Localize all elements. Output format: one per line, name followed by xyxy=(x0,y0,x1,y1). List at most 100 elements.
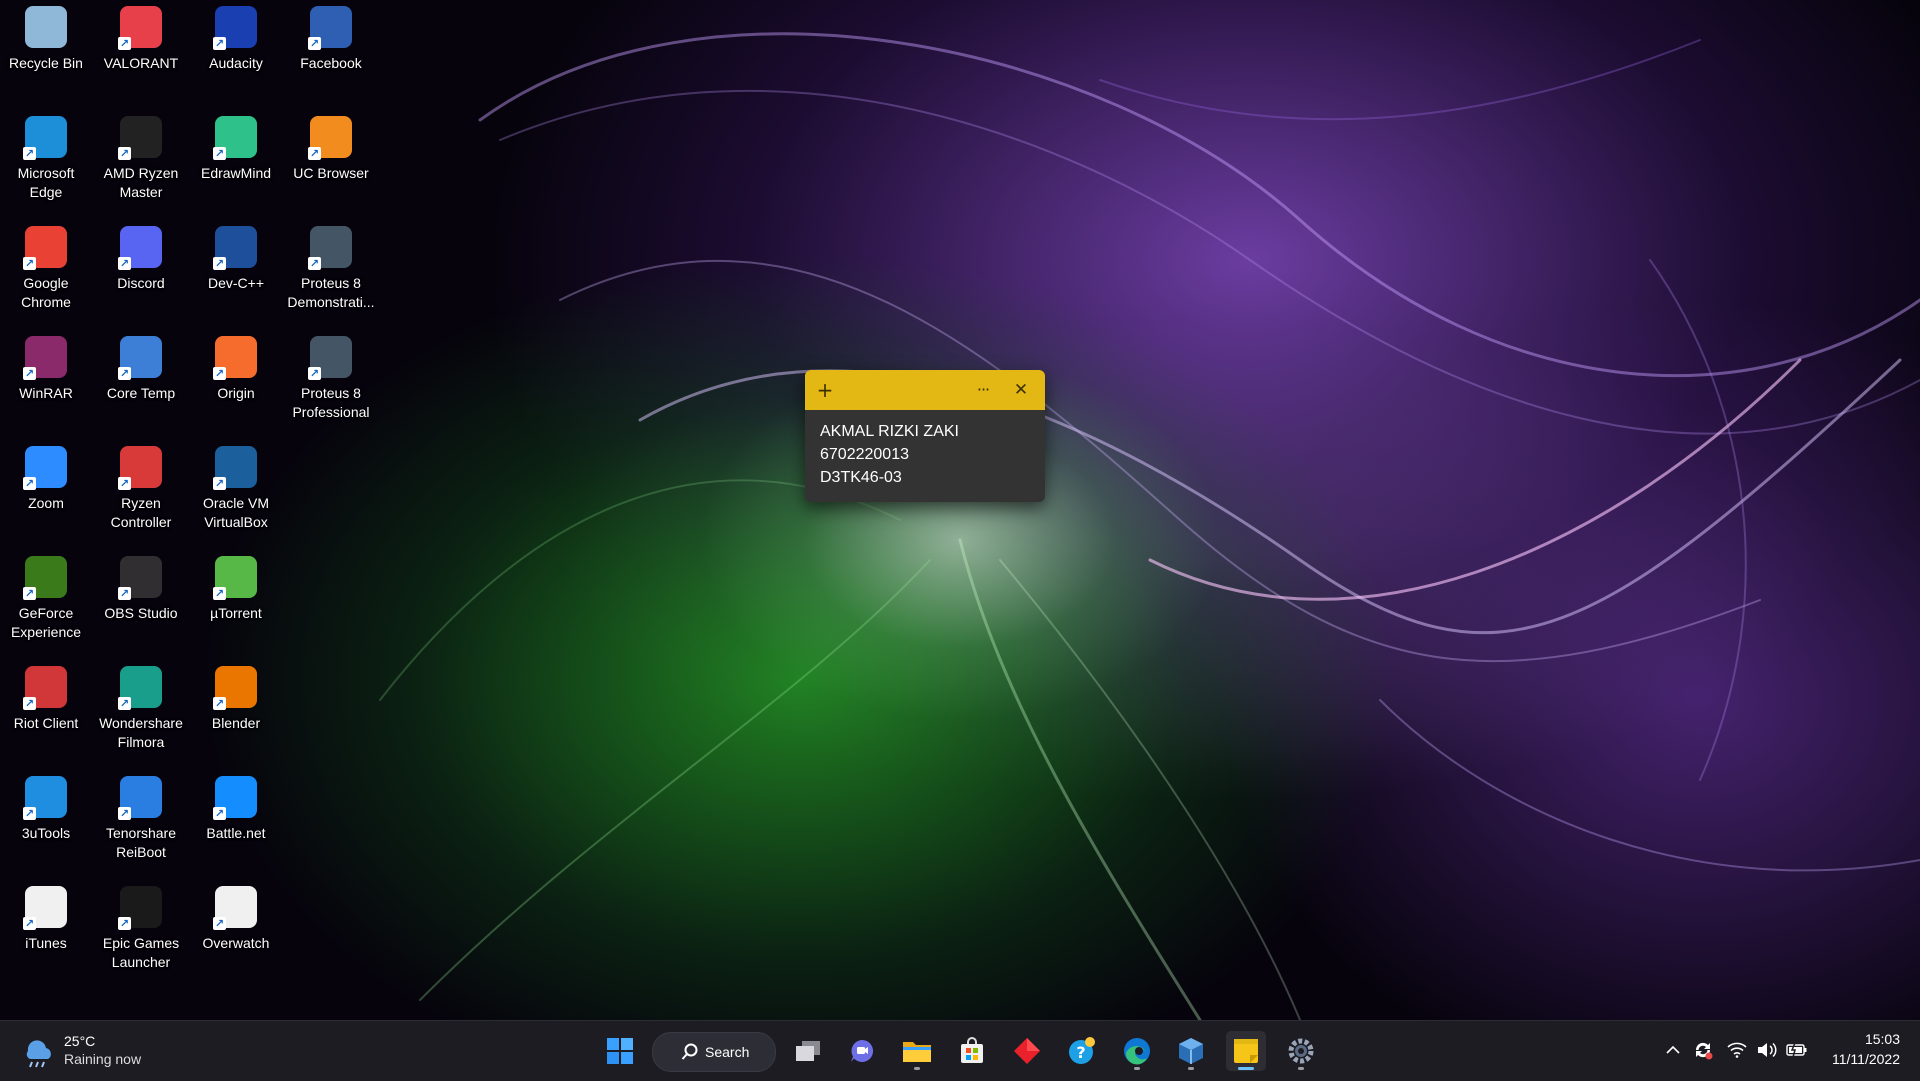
facebook-icon: ↗ xyxy=(308,6,352,50)
shortcut-arrow-icon: ↗ xyxy=(118,147,131,160)
sticky-note-window[interactable]: + ··· ✕ AKMAL RIZKI ZAKI 6702220013 D3TK… xyxy=(805,370,1045,502)
desktop-icon-label: Epic Games Launcher xyxy=(102,935,180,970)
sticky-notes-taskbar-button[interactable] xyxy=(1226,1031,1266,1071)
get-help-button[interactable]: ? xyxy=(1062,1031,1102,1071)
battery-tray-button[interactable] xyxy=(1786,1039,1808,1061)
shortcut-arrow-icon: ↗ xyxy=(213,37,226,50)
desktop-icon[interactable]: ↗ Wondershare Filmora xyxy=(95,660,187,764)
rain-cloud-icon xyxy=(26,1040,51,1068)
shortcut-arrow-icon: ↗ xyxy=(213,477,226,490)
virtualbox-taskbar-icon xyxy=(1179,1038,1203,1064)
desktop-icon[interactable]: ↗ Ryzen Controller xyxy=(95,440,187,544)
proteus-demo-icon: ↗ xyxy=(308,226,352,270)
filmora-icon: ↗ xyxy=(118,666,162,710)
desktop-icon[interactable]: ↗ UC Browser xyxy=(285,110,377,214)
desktop-icon-label: Discord xyxy=(117,275,165,291)
close-note-button[interactable]: ✕ xyxy=(1009,378,1033,402)
desktop-icon[interactable]: ↗ Riot Client xyxy=(0,660,92,764)
desktop-icon[interactable]: ↗ Epic Games Launcher xyxy=(95,880,187,984)
virtualbox-icon: ↗ xyxy=(213,446,257,490)
virtualbox-taskbar-button[interactable] xyxy=(1171,1031,1211,1071)
shortcut-arrow-icon: ↗ xyxy=(23,367,36,380)
blender-icon: ↗ xyxy=(213,666,257,710)
edge-taskbar-button[interactable] xyxy=(1117,1031,1157,1071)
desktop-icon[interactable]: ↗ Core Temp xyxy=(95,330,187,434)
settings-icon xyxy=(1288,1038,1314,1064)
running-indicator xyxy=(1188,1067,1194,1070)
show-hidden-icons-button[interactable] xyxy=(1662,1039,1684,1061)
note-line-class: D3TK46-03 xyxy=(820,469,902,486)
desktop-icon[interactable]: Recycle Bin xyxy=(0,0,92,104)
desktop-icon[interactable]: ↗ Audacity xyxy=(190,0,282,104)
microsoft-store-icon xyxy=(961,1037,983,1063)
wifi-icon xyxy=(1727,1042,1747,1058)
task-view-button[interactable] xyxy=(788,1031,828,1071)
desktop-icon[interactable]: ↗ µTorrent xyxy=(190,550,282,654)
valorant-icon: ↗ xyxy=(118,6,162,50)
desktop-icon[interactable]: ↗ Oracle VM VirtualBox xyxy=(190,440,282,544)
desktop-icon[interactable]: ↗ Origin xyxy=(190,330,282,434)
running-indicator xyxy=(1298,1067,1304,1070)
desktop-icon[interactable]: ↗ Proteus 8 Demonstrati... xyxy=(285,220,377,324)
desktop-icon[interactable]: ↗ EdrawMind xyxy=(190,110,282,214)
shortcut-arrow-icon: ↗ xyxy=(213,587,226,600)
start-button[interactable] xyxy=(600,1031,640,1071)
wifi-tray-button[interactable] xyxy=(1726,1039,1748,1061)
ryzen-master-icon: ↗ xyxy=(118,116,162,160)
task-view-icon xyxy=(796,1041,820,1061)
weather-widget[interactable]: 25°C Raining now xyxy=(20,1031,160,1071)
shortcut-arrow-icon: ↗ xyxy=(118,367,131,380)
sticky-note-header[interactable]: + ··· ✕ xyxy=(805,370,1045,410)
shortcut-arrow-icon: ↗ xyxy=(118,697,131,710)
teams-chat-button[interactable] xyxy=(842,1031,882,1071)
shortcut-arrow-icon: ↗ xyxy=(23,147,36,160)
overwatch-icon: ↗ xyxy=(213,886,257,930)
desktop-icon[interactable]: ↗ iTunes xyxy=(0,880,92,984)
desktop-icon[interactable]: ↗ OBS Studio xyxy=(95,550,187,654)
chrome-icon: ↗ xyxy=(23,226,67,270)
shortcut-arrow-icon: ↗ xyxy=(213,257,226,270)
devcpp-icon: ↗ xyxy=(213,226,257,270)
volume-tray-button[interactable] xyxy=(1756,1039,1778,1061)
desktop-icon[interactable]: ↗ VALORANT xyxy=(95,0,187,104)
desktop-icon[interactable]: ↗ 3uTools xyxy=(0,770,92,874)
shortcut-arrow-icon: ↗ xyxy=(118,477,131,490)
desktop-icon[interactable]: ↗ GeForce Experience xyxy=(0,550,92,654)
search-icon xyxy=(681,1043,698,1060)
file-explorer-icon xyxy=(903,1042,931,1062)
file-explorer-button[interactable] xyxy=(897,1031,937,1071)
add-note-button[interactable]: + xyxy=(813,378,837,402)
desktop-icon[interactable]: ↗ Zoom xyxy=(0,440,92,544)
desktop-icon[interactable]: ↗ WinRAR xyxy=(0,330,92,434)
microsoft-store-button[interactable] xyxy=(952,1031,992,1071)
taskbar-search-box[interactable]: Search xyxy=(652,1032,776,1072)
ryzen-controller-icon: ↗ xyxy=(118,446,162,490)
obs-icon: ↗ xyxy=(118,556,162,600)
desktop-icon[interactable]: ↗ Dev-C++ xyxy=(190,220,282,324)
desktop-icon[interactable]: ↗ Google Chrome xyxy=(0,220,92,324)
red-diamond-app-button[interactable] xyxy=(1007,1031,1047,1071)
desktop-icon-label: OBS Studio xyxy=(104,605,178,621)
desktop-icon-label: Zoom xyxy=(28,495,64,511)
edrawmind-icon: ↗ xyxy=(213,116,257,160)
desktop-icon[interactable]: ↗ Overwatch xyxy=(190,880,282,984)
taskbar: 25°C Raining now Search ? 15:03 11/11/20… xyxy=(0,1020,1920,1081)
desktop-icon[interactable]: ↗ Facebook xyxy=(285,0,377,104)
shortcut-arrow-icon: ↗ xyxy=(308,257,321,270)
desktop-icon[interactable]: ↗ Tenorshare ReiBoot xyxy=(95,770,187,874)
menu-button[interactable]: ··· xyxy=(971,378,995,402)
shortcut-arrow-icon: ↗ xyxy=(213,807,226,820)
recycle-bin-icon xyxy=(25,6,67,48)
sync-tray-button[interactable] xyxy=(1692,1039,1714,1061)
desktop-icon[interactable]: ↗ Battle.net xyxy=(190,770,282,874)
epic-games-icon: ↗ xyxy=(118,886,162,930)
desktop-icon[interactable]: ↗ AMD Ryzen Master xyxy=(95,110,187,214)
clock[interactable]: 15:03 11/11/2022 xyxy=(1820,1029,1900,1069)
desktop-icon-label: UC Browser xyxy=(293,165,369,181)
desktop-icon[interactable]: ↗ Proteus 8 Professional xyxy=(285,330,377,434)
desktop-icon[interactable]: ↗ Discord xyxy=(95,220,187,324)
settings-taskbar-button[interactable] xyxy=(1281,1031,1321,1071)
desktop-icon[interactable]: ↗ Microsoft Edge xyxy=(0,110,92,214)
desktop-icon[interactable]: ↗ Blender xyxy=(190,660,282,764)
sticky-note-body[interactable]: AKMAL RIZKI ZAKI 6702220013 D3TK46-03 xyxy=(805,410,1045,499)
